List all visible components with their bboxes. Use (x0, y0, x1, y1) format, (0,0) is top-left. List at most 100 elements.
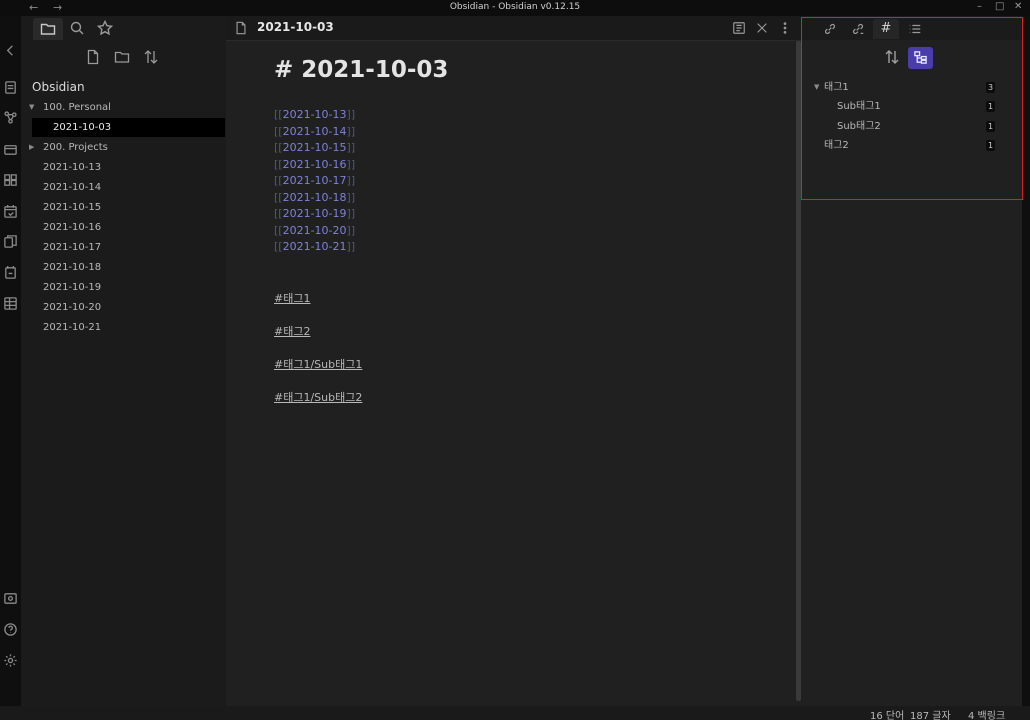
folder-item[interactable]: ▼ 100. Personal (21, 98, 225, 117)
tag-pane-tab-icon[interactable]: # (873, 19, 899, 39)
tree-view-toggle-icon[interactable] (908, 47, 933, 69)
editor-pane: 2021-10-03 # 2021-10-03 [[2021-10-13]] [… (226, 16, 802, 706)
folder-collapsed-icon: ▶ (29, 143, 35, 151)
internal-link[interactable]: [[2021-10-16]] (274, 158, 355, 171)
note-heading: # 2021-10-03 (274, 57, 449, 83)
file-item-selected[interactable]: 2021-10-03 (32, 118, 225, 137)
file-item[interactable]: 2021-10-14 (21, 178, 225, 197)
file-item[interactable]: 2021-10-16 (21, 218, 225, 237)
internal-link[interactable]: [[2021-10-15]] (274, 141, 355, 154)
sort-order-icon[interactable] (143, 49, 161, 67)
file-label: 2021-10-16 (43, 222, 102, 233)
internal-link[interactable]: [[2021-10-21]] (274, 240, 355, 253)
file-item[interactable]: 2021-10-17 (21, 238, 225, 257)
file-item[interactable]: 2021-10-13 (21, 158, 225, 177)
tag-link[interactable]: #태그1/Sub태그2 (274, 389, 362, 405)
file-item[interactable]: 2021-10-20 (21, 298, 225, 317)
file-label: 2021-10-14 (43, 182, 102, 193)
tag-label: Sub태그1 (837, 101, 881, 112)
vault-name: Obsidian (32, 80, 85, 94)
tag-tree-item[interactable]: Sub태그2 1 (802, 117, 1002, 136)
file-item[interactable]: 2021-10-19 (21, 278, 225, 297)
editor-file-title[interactable]: 2021-10-03 (257, 20, 334, 34)
internal-link[interactable]: [[2021-10-18]] (274, 191, 355, 204)
status-bar: 16 단어 187 글자 4 백링크 (0, 706, 1030, 720)
more-options-icon[interactable] (778, 21, 792, 35)
file-explorer-tab-icon[interactable] (33, 18, 63, 40)
sort-tags-icon[interactable] (884, 49, 904, 67)
file-label: 2021-10-19 (43, 282, 102, 293)
tag-label: 태그2 (824, 140, 849, 151)
tag-tree-item[interactable]: 태그2 1 (802, 136, 1002, 155)
file-label: 2021-10-13 (43, 162, 102, 173)
file-label: 2021-10-15 (43, 202, 102, 213)
search-tab-icon[interactable] (69, 20, 87, 36)
templates-icon[interactable] (3, 234, 18, 249)
tag-expanded-icon: ▼ (814, 83, 820, 91)
tag-count-badge: 1 (986, 101, 995, 112)
character-count: 187 글자 (910, 711, 951, 720)
file-item[interactable]: 2021-10-18 (21, 258, 225, 277)
folder-label: 200. Projects (43, 142, 108, 153)
window-title: Obsidian - Obsidian v0.12.15 (449, 2, 581, 12)
internal-link[interactable]: [[2021-10-14]] (274, 125, 355, 138)
tables-icon[interactable] (3, 296, 18, 311)
community-plugins-icon[interactable] (3, 173, 18, 188)
backlink-count[interactable]: 4 백링크 (968, 707, 1005, 720)
backlinks-tab-icon[interactable] (817, 19, 843, 39)
right-sidebar: # ▼ 태그1 3 Sub태그1 1 Sub태그2 1 태그2 1 (802, 16, 1022, 706)
maximize-button[interactable]: □ (995, 1, 1004, 12)
left-sidebar: Obsidian ▼ 100. Personal 2021-10-03 ▶ 20… (21, 16, 226, 706)
internal-link[interactable]: [[2021-10-17]] (274, 174, 355, 187)
help-icon[interactable] (3, 622, 18, 637)
outgoing-links-tab-icon[interactable] (845, 19, 871, 39)
right-edge (1022, 16, 1030, 706)
file-label: 2021-10-03 (53, 122, 112, 133)
tag-tree-item[interactable]: ▼ 태그1 3 (802, 78, 1002, 97)
folder-expanded-icon: ▼ (29, 103, 35, 111)
toggle-preview-icon[interactable] (732, 21, 746, 35)
document-icon (234, 21, 248, 38)
title-bar: ← → Obsidian - Obsidian v0.12.15 – □ ✕ (0, 0, 1030, 16)
outline-tab-icon[interactable] (902, 19, 928, 39)
vault-icon[interactable] (3, 591, 18, 606)
left-sidebar-tabs (21, 16, 226, 40)
close-pane-icon[interactable] (755, 21, 769, 35)
word-count: 16 단어 (870, 711, 905, 720)
internal-link[interactable]: [[2021-10-13]] (274, 108, 355, 121)
starred-tab-icon[interactable] (96, 19, 115, 36)
file-label: 2021-10-17 (43, 242, 102, 253)
open-quick-switcher-icon[interactable] (3, 80, 18, 95)
tag-link[interactable]: #태그1 (274, 290, 310, 306)
internal-link[interactable]: [[2021-10-19]] (274, 207, 355, 220)
tag-link[interactable]: #태그2 (274, 323, 310, 339)
kanban-icon[interactable] (3, 142, 18, 157)
settings-icon[interactable] (3, 653, 18, 668)
collapse-sidebar-icon[interactable] (3, 43, 18, 58)
editor-header: 2021-10-03 (226, 16, 802, 41)
file-item[interactable]: 2021-10-15 (21, 198, 225, 217)
minimize-button[interactable]: – (977, 1, 982, 12)
calendar-icon[interactable] (3, 204, 18, 219)
folder-item[interactable]: ▶ 200. Projects (21, 138, 225, 157)
tag-count-badge: 3 (986, 82, 995, 93)
graph-view-icon[interactable] (3, 110, 18, 125)
new-note-icon[interactable] (85, 49, 103, 67)
new-folder-icon[interactable] (114, 49, 132, 67)
file-label: 2021-10-18 (43, 262, 102, 273)
tag-tree-item[interactable]: Sub태그1 1 (802, 97, 1002, 116)
tag-count-badge: 1 (986, 121, 995, 132)
tag-count-badge: 1 (986, 140, 995, 151)
tag-pane: ▼ 태그1 3 Sub태그1 1 Sub태그2 1 태그2 1 (802, 40, 1022, 706)
editor-scrollbar[interactable] (796, 41, 801, 701)
tag-link[interactable]: #태그1/Sub태그1 (274, 356, 362, 372)
daily-note-icon[interactable] (3, 265, 18, 280)
folder-label: 100. Personal (43, 102, 111, 113)
tag-label: Sub태그2 (837, 121, 881, 132)
file-label: 2021-10-21 (43, 322, 102, 333)
file-item[interactable]: 2021-10-21 (21, 318, 225, 337)
file-label: 2021-10-20 (43, 302, 102, 313)
internal-link[interactable]: [[2021-10-20]] (274, 224, 355, 237)
close-window-button[interactable]: ✕ (1014, 1, 1022, 12)
ribbon (0, 16, 21, 706)
